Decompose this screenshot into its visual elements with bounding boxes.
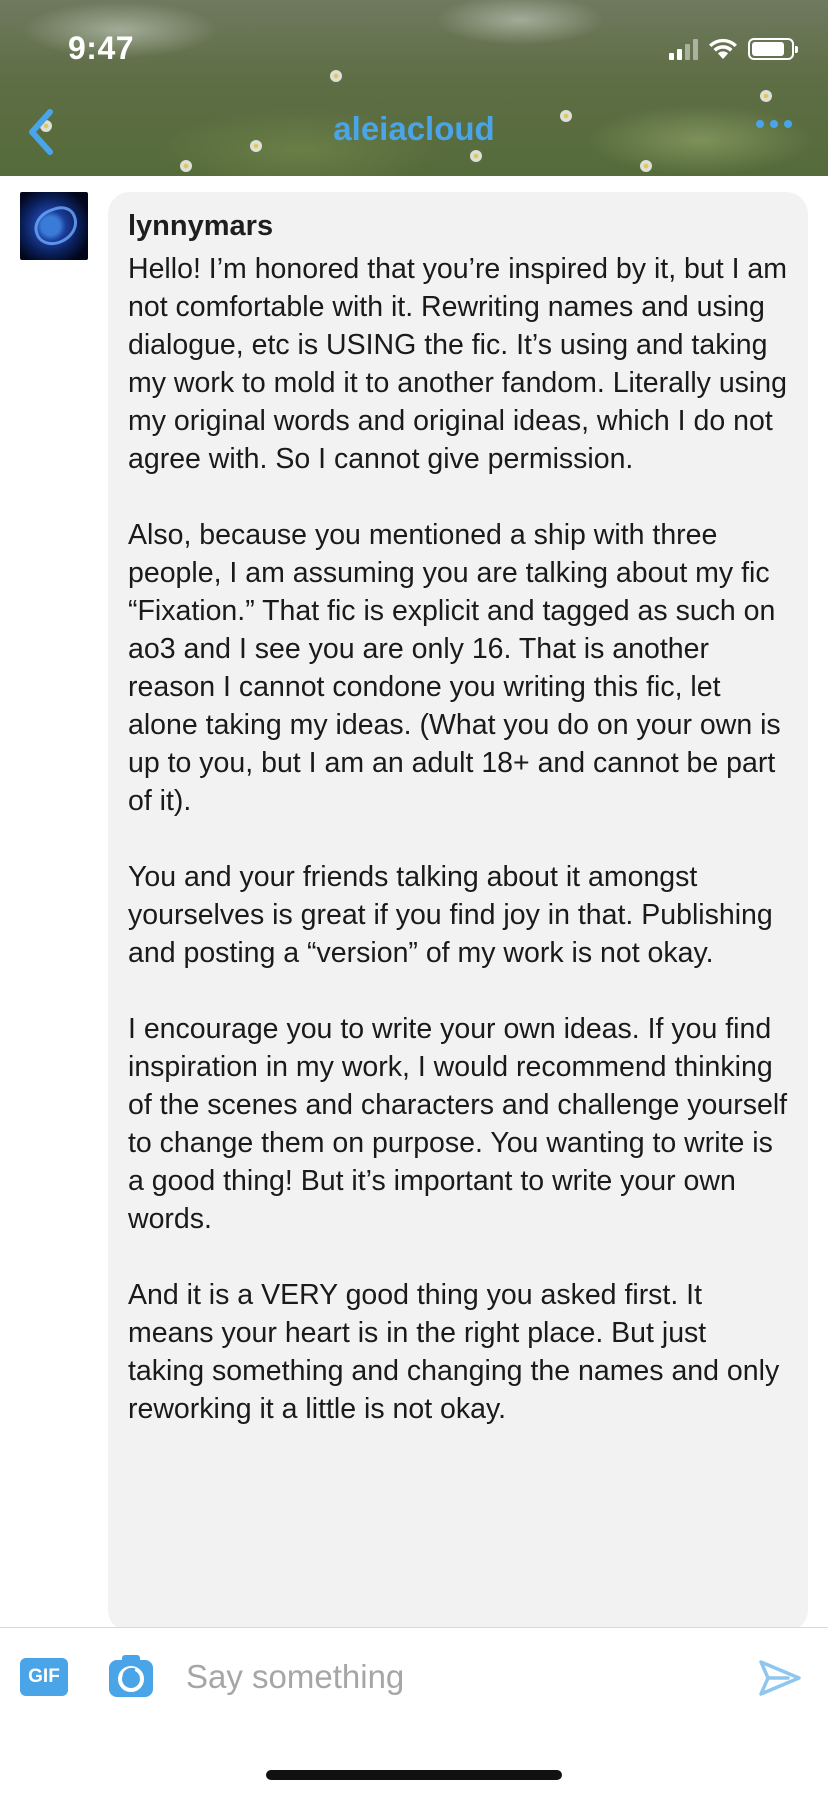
message-input[interactable]: [186, 1652, 746, 1702]
background-flower: [640, 160, 652, 172]
message-paragraph: You and your friends talking about it am…: [128, 861, 773, 969]
message-paragraph: Also, because you mentioned a ship with …: [128, 519, 781, 817]
battery-icon: [748, 38, 798, 60]
more-options-button[interactable]: [756, 120, 792, 128]
status-time: 9:47: [68, 30, 135, 66]
message-sender[interactable]: lynnymars: [128, 208, 788, 244]
gif-button[interactable]: GIF: [20, 1658, 68, 1696]
compose-bar: GIF: [0, 1627, 828, 1793]
background-flower: [760, 90, 772, 102]
home-indicator: [266, 1770, 562, 1780]
send-button[interactable]: [758, 1658, 802, 1698]
camera-icon: [109, 1655, 153, 1697]
background-flower: [470, 150, 482, 162]
cellular-signal-icon: [669, 38, 698, 60]
message-paragraph: Hello! I’m honored that you’re inspired …: [128, 253, 787, 475]
camera-button[interactable]: [108, 1654, 154, 1698]
background-flower: [330, 70, 342, 82]
message-paragraph: I encourage you to write your own ideas.…: [128, 1013, 788, 1235]
conversation-title[interactable]: aleiacloud: [0, 110, 828, 148]
message-bubble: lynnymars Hello! I’m honored that you’re…: [108, 192, 808, 1632]
background-flower: [180, 160, 192, 172]
send-icon: [759, 1660, 801, 1696]
avatar[interactable]: [20, 192, 88, 260]
ellipsis-icon: [756, 120, 764, 128]
wifi-icon: [709, 38, 737, 59]
conversation-header: 9:47 aleiacloud: [0, 0, 828, 176]
message-paragraph: And it is a VERY good thing you asked fi…: [128, 1279, 780, 1425]
status-icons: [669, 36, 798, 62]
